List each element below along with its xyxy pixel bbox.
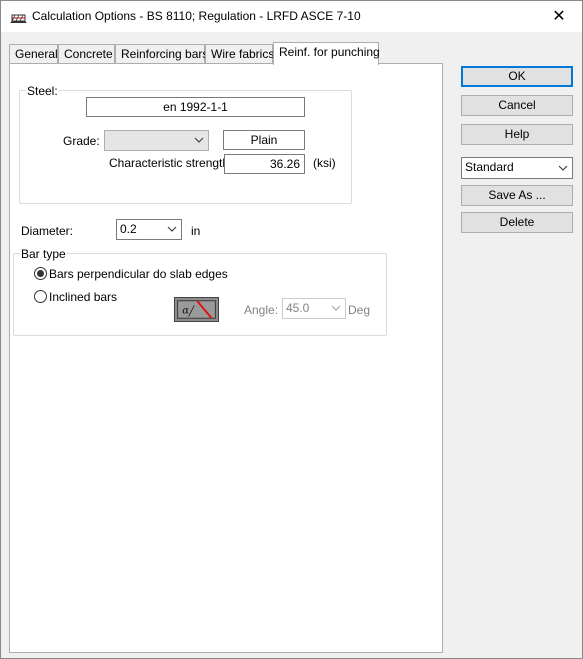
angle-unit: Deg (348, 303, 371, 317)
diameter-unit: in (191, 224, 201, 238)
steel-standard-field[interactable]: en 1992-1-1 (86, 97, 305, 117)
chevron-down-icon (558, 165, 568, 171)
tab-reinf-for-punching[interactable]: Reinf. for punching (273, 42, 380, 65)
tab-reinforcing-bars[interactable]: Reinforcing bars (115, 44, 208, 64)
surface-type-field[interactable]: Plain (223, 130, 305, 150)
inclined-bars-label[interactable]: Inclined bars (49, 290, 117, 304)
calculation-options-dialog: Calculation Options - BS 8110; Regulatio… (0, 0, 583, 659)
tab-wire-fabrics[interactable]: Wire fabrics (205, 44, 274, 64)
grade-label: Grade: (63, 134, 100, 148)
bars-perpendicular-label[interactable]: Bars perpendicular do slab edges (49, 267, 228, 281)
cancel-button[interactable]: Cancel (461, 95, 573, 116)
characteristic-strength-input[interactable]: 36.26 (224, 154, 305, 174)
tab-concrete[interactable]: Concrete (58, 44, 115, 64)
preset-combo[interactable]: Standard (461, 157, 573, 179)
angle-label: Angle: (244, 303, 279, 317)
title-bar: Calculation Options - BS 8110; Regulatio… (1, 1, 582, 32)
chevron-down-icon (331, 305, 341, 311)
delete-button[interactable]: Delete (461, 212, 573, 233)
chevron-down-icon (194, 137, 204, 143)
chevron-down-icon (167, 226, 177, 232)
tab-general[interactable]: General (9, 44, 58, 64)
ok-button[interactable]: OK (461, 66, 573, 87)
save-as-button[interactable]: Save As ... (461, 185, 573, 206)
bar-type-group-label: Bar type (20, 247, 67, 261)
diameter-label: Diameter: (21, 224, 74, 238)
diameter-combo[interactable]: 0.2 (116, 219, 182, 240)
characteristic-strength-unit: (ksi) (313, 156, 336, 170)
characteristic-strength-label: Characteristic strength (109, 156, 230, 170)
help-button[interactable]: Help (461, 124, 573, 145)
angle-combo[interactable]: 45.0 (282, 298, 346, 319)
window-title: Calculation Options - BS 8110; Regulatio… (32, 9, 361, 23)
angle-combo-value: 45.0 (286, 301, 310, 315)
close-button[interactable]: ✕ (536, 1, 582, 31)
alpha-symbol: α (182, 306, 189, 317)
radio-inclined-bars[interactable] (34, 290, 47, 303)
bar-angle-diagram-icon: α (174, 297, 219, 322)
calculation-app-icon (10, 14, 27, 23)
close-icon: ✕ (552, 8, 566, 25)
radio-bars-perpendicular[interactable] (34, 267, 47, 280)
grade-combo[interactable] (104, 130, 209, 151)
diameter-combo-value: 0.2 (120, 222, 137, 236)
steel-group-label: Steel: (26, 84, 59, 98)
preset-combo-value: Standard (465, 160, 514, 174)
